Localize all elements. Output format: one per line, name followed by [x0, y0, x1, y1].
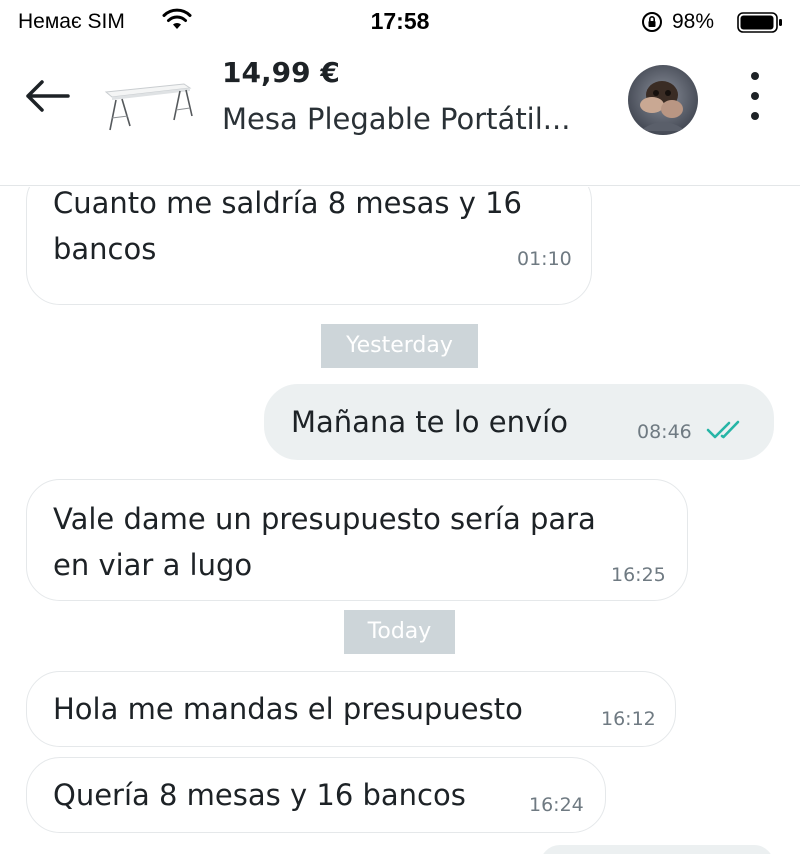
message-sent-partial	[540, 845, 774, 854]
message-sent: Mañana te lo envío 08:46	[264, 384, 774, 460]
message-text: Quería 8 mesas y 16 bancos	[53, 778, 466, 812]
date-separator: Yesterday	[321, 324, 478, 368]
message-received: Vale dame un presupuesto sería para en v…	[26, 479, 688, 601]
message-text-line1: Cuanto me saldría 8 mesas y 16	[53, 187, 522, 220]
status-bar: Немає SIM 17:58 98%	[0, 0, 800, 46]
message-received: Hola me mandas el presupuesto 16:12	[26, 671, 676, 747]
message-text: Hola me mandas el presupuesto	[53, 692, 523, 726]
message-time: 16:25	[611, 564, 666, 586]
chat-header: 14,99 € Mesa Plegable Portátil...	[0, 46, 800, 186]
date-separator: Today	[344, 610, 455, 654]
product-title[interactable]: Mesa Plegable Portátil...	[222, 102, 570, 136]
battery-icon	[737, 12, 782, 33]
message-time: 08:46	[637, 421, 692, 443]
more-vertical-icon[interactable]	[735, 68, 775, 124]
message-time: 01:10	[517, 248, 572, 270]
message-time: 16:12	[601, 708, 656, 730]
message-time: 16:24	[529, 794, 584, 816]
chat-messages[interactable]: Cuanto me saldría 8 mesas y 16 bancos 01…	[0, 187, 800, 854]
message-received: Cuanto me saldría 8 mesas y 16 bancos 01…	[26, 187, 592, 305]
product-thumbnail[interactable]	[100, 74, 196, 140]
product-price: 14,99 €	[222, 56, 340, 89]
double-check-icon	[706, 420, 740, 439]
message-text-line2: en viar a lugo	[53, 548, 253, 582]
message-received: Quería 8 mesas y 16 bancos 16:24	[26, 757, 606, 833]
battery-percentage: 98%	[672, 10, 715, 33]
rotation-lock-icon	[642, 12, 662, 32]
message-text-line2: bancos	[53, 232, 157, 266]
avatar[interactable]	[628, 65, 698, 135]
message-text-line1: Vale dame un presupuesto sería para	[53, 502, 596, 536]
back-arrow-icon[interactable]	[22, 76, 72, 116]
message-text: Mañana te lo envío	[291, 405, 568, 439]
